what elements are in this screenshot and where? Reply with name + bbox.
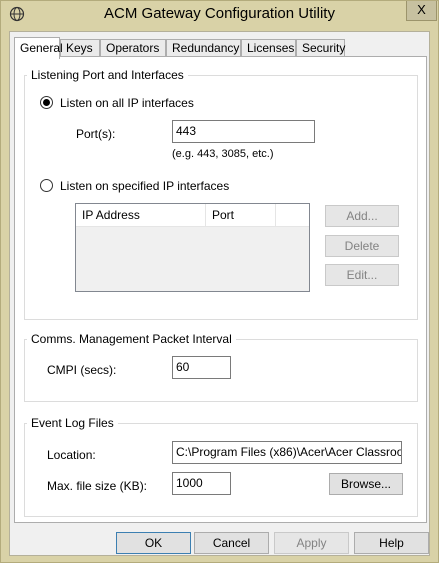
apply-button[interactable]: Apply	[274, 532, 349, 554]
close-icon: X	[417, 2, 426, 17]
ports-label: Port(s):	[76, 127, 116, 141]
max-file-size-input[interactable]: 1000	[172, 472, 231, 495]
tab-operators[interactable]: Operators	[100, 39, 166, 57]
cmpi-group-title: Comms. Management Packet Interval	[27, 332, 236, 346]
cancel-button[interactable]: Cancel	[194, 532, 269, 554]
ok-button[interactable]: OK	[116, 532, 191, 554]
listening-group-title: Listening Port and Interfaces	[27, 68, 188, 82]
tab-redundancy[interactable]: Redundancy	[166, 39, 241, 57]
close-button[interactable]: X	[406, 1, 437, 21]
cmpi-group: Comms. Management Packet Interval CMPI (…	[24, 332, 418, 402]
general-tab-panel: Listening Port and Interfaces Listen on …	[14, 56, 427, 523]
ports-hint: (e.g. 443, 3085, etc.)	[172, 148, 274, 160]
location-input[interactable]: C:\Program Files (x86)\Acer\Acer Classro…	[172, 441, 402, 464]
edit-interface-button[interactable]: Edit...	[325, 264, 399, 286]
listen-specified-label[interactable]: Listen on specified IP interfaces	[60, 179, 229, 193]
event-log-group-title: Event Log Files	[27, 416, 118, 430]
window-title: ACM Gateway Configuration Utility	[104, 5, 335, 22]
event-log-group: Event Log Files Location: C:\Program Fil…	[24, 416, 418, 517]
column-ip-address[interactable]: IP Address	[76, 204, 206, 227]
tab-general[interactable]: General	[14, 37, 63, 59]
browse-button[interactable]: Browse...	[329, 473, 403, 495]
ports-input[interactable]: 443	[172, 120, 315, 143]
tab-security[interactable]: Security	[296, 39, 345, 57]
dialog-client-area: General Keys Operators Redundancy Licens…	[9, 31, 430, 556]
cmpi-input[interactable]: 60	[172, 356, 231, 379]
listening-group: Listening Port and Interfaces Listen on …	[24, 68, 418, 320]
add-interface-button[interactable]: Add...	[325, 205, 399, 227]
max-file-size-label: Max. file size (KB):	[47, 479, 148, 493]
help-button[interactable]: Help	[354, 532, 429, 554]
listen-all-label[interactable]: Listen on all IP interfaces	[60, 96, 194, 110]
ip-list-header: IP Address Port	[76, 204, 309, 227]
title-bar[interactable]: ACM Gateway Configuration Utility X	[1, 1, 438, 31]
delete-interface-button[interactable]: Delete	[325, 235, 399, 257]
tab-licenses[interactable]: Licenses	[241, 39, 296, 57]
ip-interface-list[interactable]: IP Address Port	[75, 203, 310, 292]
cmpi-label: CMPI (secs):	[47, 363, 117, 377]
app-window: ACM Gateway Configuration Utility X Gene…	[0, 0, 439, 563]
tab-keys[interactable]: Keys	[60, 39, 100, 57]
column-port[interactable]: Port	[206, 204, 276, 227]
location-label: Location:	[47, 448, 96, 462]
listen-all-radio[interactable]	[40, 96, 53, 109]
listen-specified-radio[interactable]	[40, 179, 53, 192]
